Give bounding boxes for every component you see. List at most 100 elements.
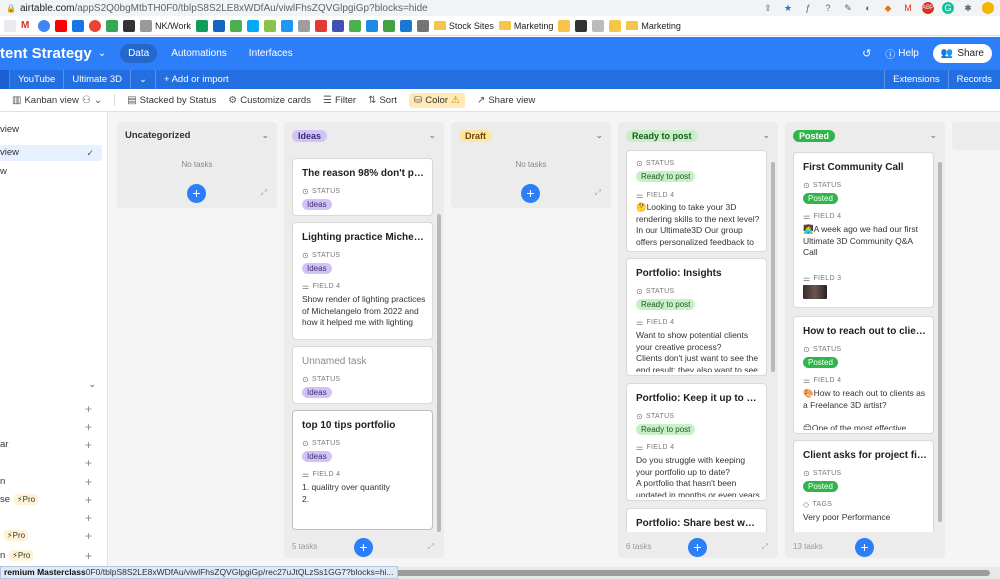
bookmark-icon[interactable]	[280, 19, 293, 32]
add-card-button[interactable]: +	[688, 538, 707, 557]
card[interactable]: Client asks for project files ⊙ STATUS Po…	[793, 440, 934, 532]
column-title[interactable]: Uncategorized	[125, 130, 190, 141]
add-or-import-button[interactable]: + Add or import	[156, 70, 237, 89]
pencil-icon[interactable]: ✎	[842, 2, 854, 14]
view-switcher[interactable]: ▥ Kanban view ⚇ ⌄	[12, 95, 102, 106]
column-title[interactable]: Ready to post	[626, 130, 698, 142]
fox-icon[interactable]: ◆	[882, 2, 894, 14]
sort-button[interactable]: ⇅ Sort	[368, 95, 397, 106]
bookmark-icon[interactable]	[609, 19, 622, 32]
grammarly-icon[interactable]: G	[942, 2, 954, 14]
card[interactable]: First Community Call ⊙ STATUS Posted ⚌ FIE…	[793, 152, 934, 308]
column-title[interactable]: Draft	[459, 130, 493, 142]
bookmark-nk-work[interactable]: NK/Work	[140, 19, 191, 32]
add-card-button[interactable]: +	[187, 184, 206, 203]
sidebar-create-calendar[interactable]: ar +	[0, 437, 104, 453]
bookmark-icon[interactable]	[263, 19, 276, 32]
extension-icon[interactable]: ƒ	[802, 2, 814, 14]
extension-icon[interactable]: ABP	[922, 2, 934, 14]
sidebar-create-gantt[interactable]: ⚡Pro +	[0, 528, 104, 544]
filter-button[interactable]: ☰ Filter	[323, 95, 356, 106]
history-icon[interactable]: ↺	[862, 47, 871, 60]
sidebar-create-row[interactable]: +	[0, 455, 104, 471]
bookmark-icon[interactable]	[558, 19, 571, 32]
sidebar-create-section[interactable]: n ⚡Pro +	[0, 548, 104, 564]
base-title[interactable]: tent Strategy	[0, 45, 92, 62]
card[interactable]: Unnamed task ⊙ STATUS Ideas	[292, 346, 433, 404]
table-tab-youtube[interactable]: YouTube	[10, 70, 65, 89]
star-icon[interactable]: ★	[782, 2, 794, 14]
chevron-down-icon[interactable]: ⌄	[261, 130, 269, 141]
bookmark-icon[interactable]	[106, 19, 118, 32]
url-text[interactable]: airtable.com/appS2Q0bgMtbTH0F0/tblpS8S2L…	[20, 3, 428, 14]
bookmark-icon[interactable]	[416, 19, 429, 32]
sidebar-create-row[interactable]: +	[0, 419, 104, 435]
expand-icon[interactable]: ⤢	[261, 188, 267, 198]
share-button[interactable]: 👥 Share	[932, 44, 992, 63]
column-scrollbar[interactable]	[771, 162, 775, 372]
column-scrollbar[interactable]	[938, 162, 942, 522]
bookmark-icon[interactable]	[297, 19, 310, 32]
help-button[interactable]: ⓘ Help	[885, 46, 919, 61]
bookmark-icon[interactable]	[382, 19, 395, 32]
sidebar-item-view[interactable]: view	[0, 122, 104, 138]
extensions-button[interactable]: Extensions	[884, 70, 947, 89]
tab-data[interactable]: Data	[120, 44, 158, 63]
sidebar-create-timeline[interactable]: se ⚡Pro +	[0, 492, 104, 508]
sidebar-item-view-2[interactable]: w	[0, 164, 104, 180]
sidebar-create-kanban[interactable]: n +	[0, 474, 104, 490]
expand-icon[interactable]: ⤢	[428, 542, 434, 552]
gmail-icon[interactable]: M	[21, 19, 33, 32]
attachment-thumbnail[interactable]	[803, 285, 827, 299]
share-view-button[interactable]: ↗ Share view	[477, 95, 535, 106]
expand-icon[interactable]: ⤢	[595, 188, 601, 198]
bookmark-folder-marketing[interactable]: Marketing	[498, 21, 553, 31]
chevron-down-icon[interactable]: ⌄	[428, 130, 436, 141]
column-title[interactable]: Ideas	[292, 130, 328, 142]
bookmark-icon[interactable]	[72, 19, 84, 32]
card[interactable]: The reason 98% don't post... ⊙ STATUS Ide…	[292, 158, 433, 216]
bookmark-icon[interactable]	[365, 19, 378, 32]
bookmark-folder-marketing-2[interactable]: Marketing	[626, 21, 681, 31]
bookmark-icon[interactable]	[89, 19, 101, 32]
bookmark-icon[interactable]	[229, 19, 242, 32]
table-tab-ultimate-3d[interactable]: Ultimate 3D	[64, 70, 131, 89]
chevron-down-icon[interactable]: ⌄	[762, 130, 770, 141]
bookmark-icon[interactable]	[246, 19, 259, 32]
card[interactable]: Portfolio: Keep it up to date ⊙ STATUS Re…	[626, 383, 767, 501]
apps-icon[interactable]	[4, 19, 16, 32]
bookmark-icon[interactable]	[592, 19, 605, 32]
chevron-down-icon[interactable]: ⌄	[131, 70, 156, 89]
column-title[interactable]: Posted	[793, 130, 836, 142]
extension-icon[interactable]: ◐	[862, 2, 874, 14]
puzzle-icon[interactable]: ✱	[962, 2, 974, 14]
sidebar-create-row[interactable]: +	[0, 510, 104, 526]
sidebar-section-create[interactable]: ⌄	[0, 376, 104, 392]
bookmark-icon[interactable]	[55, 19, 67, 32]
bookmark-icon[interactable]	[314, 19, 327, 32]
chevron-down-icon[interactable]: ⌄	[929, 130, 937, 141]
card[interactable]: Portfolio: Insights ⊙ STATUS Ready to pos…	[626, 258, 767, 376]
bookmark-icon[interactable]	[123, 19, 135, 32]
chevron-down-icon[interactable]: ⌄	[595, 130, 603, 141]
chevron-down-icon[interactable]: ⌄	[98, 48, 106, 59]
card[interactable]: Lighting practice Michelan... ⊙ STATUS Id…	[292, 222, 433, 340]
add-card-button[interactable]: +	[855, 538, 874, 557]
gmail-icon[interactable]: M	[902, 2, 914, 14]
records-button[interactable]: Records	[947, 70, 1000, 89]
expand-icon[interactable]: ⤢	[762, 542, 768, 552]
tab-interfaces[interactable]: Interfaces	[241, 44, 301, 63]
bookmark-icon[interactable]	[195, 19, 208, 32]
table-tab-partial[interactable]	[0, 70, 10, 89]
share-page-icon[interactable]: ⇪	[762, 2, 774, 14]
scrollbar-thumb[interactable]	[300, 570, 990, 576]
browser-url-bar[interactable]: 🔒 airtable.com/appS2Q0bgMtbTH0F0/tblpS8S…	[0, 0, 1000, 16]
bookmark-icon[interactable]	[348, 19, 361, 32]
column-scrollbar[interactable]	[437, 214, 441, 532]
bookmark-folder-stock-sites[interactable]: Stock Sites	[433, 21, 494, 31]
stacked-by-button[interactable]: ▤ Stacked by Status	[127, 95, 216, 106]
extension-icon[interactable]: ?	[822, 2, 834, 14]
bookmark-icon[interactable]	[38, 19, 50, 32]
sidebar-item-view-active[interactable]: view ✓	[0, 145, 102, 161]
card[interactable]: top 10 tips portfolio ⊙ STATUS Ideas ⚌ FIE…	[292, 410, 433, 530]
